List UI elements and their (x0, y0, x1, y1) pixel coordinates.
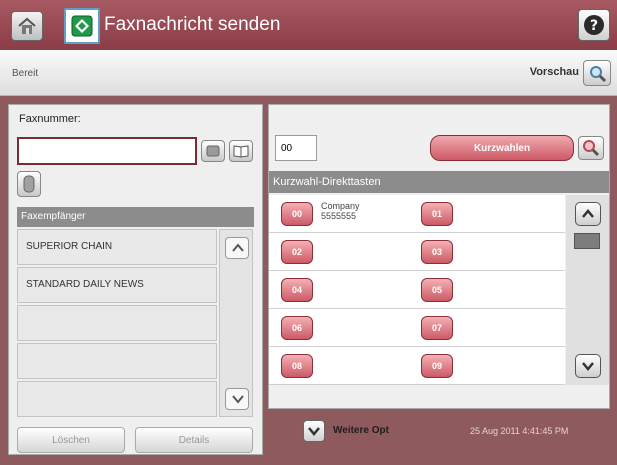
fax-send-app-icon (64, 8, 100, 44)
speed-dial-key-number: 5555555 (321, 211, 357, 221)
fax-send-screen: Faxnachricht senden ? Bereit Vorschau Fa… (0, 0, 617, 465)
key-row: 06 07 (269, 309, 565, 347)
home-icon (18, 17, 36, 34)
preview-button[interactable] (583, 60, 611, 86)
backspace-button[interactable] (201, 140, 225, 162)
recipient-row[interactable]: STANDARD DAILY NEWS (17, 267, 217, 303)
magnifier-icon (583, 140, 600, 157)
scroll-up-button[interactable] (225, 237, 249, 259)
speed-dial-scrollbar[interactable] (566, 195, 609, 385)
chevron-down-icon (308, 427, 320, 436)
key-row: 00 Company 5555555 01 (269, 195, 565, 233)
speed-dial-key[interactable]: 07 (421, 316, 453, 340)
recipient-row[interactable] (17, 305, 217, 341)
speed-dial-key-name: Company (321, 201, 360, 211)
fax-number-input[interactable] (17, 137, 197, 165)
pause-button[interactable] (17, 171, 41, 197)
magnifier-icon (590, 66, 607, 83)
title-bar: Faxnachricht senden ? (0, 0, 617, 50)
fax-number-label: Faxnummer: (19, 113, 81, 125)
scroll-up-button[interactable] (575, 202, 601, 226)
scroll-down-button[interactable] (225, 388, 249, 410)
address-book-icon (233, 145, 249, 158)
home-button[interactable] (11, 11, 43, 41)
speed-dial-key[interactable]: 04 (281, 278, 313, 302)
help-button[interactable]: ? (578, 9, 610, 41)
speed-dial-button[interactable]: Kurzwahlen (430, 135, 574, 161)
address-book-button[interactable] (229, 140, 253, 162)
speed-dial-input[interactable]: 00 (275, 135, 317, 161)
chevron-up-icon (232, 243, 244, 252)
more-options-button[interactable] (303, 420, 325, 442)
status-text: Bereit (12, 68, 39, 79)
speed-dial-key[interactable]: 06 (281, 316, 313, 340)
speed-dial-key[interactable]: 01 (421, 202, 453, 226)
speed-dial-key[interactable]: 05 (421, 278, 453, 302)
key-row: 02 03 (269, 233, 565, 271)
speed-dial-key[interactable]: 08 (281, 354, 313, 378)
more-options-label[interactable]: Weitere Opt (333, 425, 389, 436)
key-row: 08 09 (269, 347, 565, 385)
speed-dial-key[interactable]: 03 (421, 240, 453, 264)
recipients-scrollbar[interactable] (219, 229, 253, 417)
speed-dial-key[interactable]: 02 (281, 240, 313, 264)
status-bar: Bereit Vorschau (0, 50, 617, 96)
recipient-row[interactable] (17, 381, 217, 417)
pause-icon (23, 175, 35, 193)
key-row: 04 05 (269, 271, 565, 309)
speed-dial-panel: 00 Kurzwahlen Kurzwahl-Direkttasten 00 C… (268, 104, 610, 409)
details-button[interactable]: Details (135, 427, 253, 453)
chevron-down-icon (232, 395, 244, 404)
fax-send-icon (71, 15, 93, 37)
speed-dial-search-button[interactable] (578, 136, 604, 160)
recipient-row[interactable]: SUPERIOR CHAIN (17, 229, 217, 265)
recipients-header: Faxempfänger (17, 207, 254, 227)
speed-dial-key[interactable]: 00 (281, 202, 313, 226)
delete-button[interactable]: Löschen (17, 427, 125, 453)
chevron-up-icon (582, 209, 594, 218)
backspace-icon (206, 145, 220, 157)
speed-dial-keys-header: Kurzwahl-Direkttasten (269, 171, 609, 193)
speed-dial-key[interactable]: 09 (421, 354, 453, 378)
help-icon: ? (584, 15, 604, 35)
scroll-down-button[interactable] (575, 354, 601, 378)
date-time: 25 Aug 2011 4:41:45 PM (470, 426, 569, 436)
svg-text:?: ? (590, 18, 598, 34)
fax-number-panel: Faxnummer: Faxempfänger SUPERIOR CHAIN S… (8, 104, 263, 455)
scroll-thumb[interactable] (574, 233, 600, 249)
page-title: Faxnachricht senden (104, 14, 281, 35)
preview-label: Vorschau (529, 66, 579, 78)
recipient-row[interactable] (17, 343, 217, 379)
chevron-down-icon (582, 362, 594, 371)
